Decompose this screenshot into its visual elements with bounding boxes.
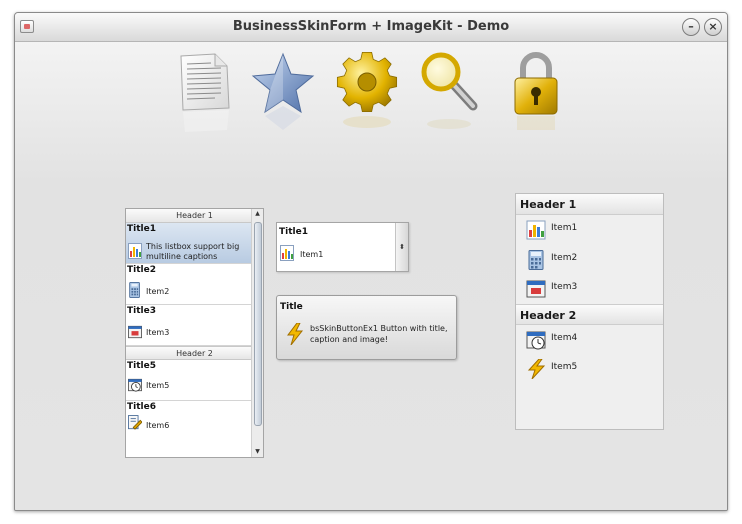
chart-icon [128, 243, 142, 259]
list-item-title: Title2 [127, 265, 156, 275]
button-caption: bsSkinButtonEx1 Button with title, capti… [310, 324, 448, 344]
combobox[interactable]: Title1 Item1 ⬍ [276, 222, 409, 272]
button-title: Title [280, 302, 303, 312]
scroll-up-arrow[interactable]: ▲ [252, 209, 263, 219]
list-item-title2[interactable]: Title2 Item2 [126, 264, 263, 305]
star-icon[interactable] [251, 50, 315, 150]
list-item-title3[interactable]: Title3 Item3 [126, 305, 263, 346]
client-area: Header 1 Title1 This listbox support big… [15, 42, 727, 510]
scroll-down-arrow[interactable]: ▼ [252, 447, 263, 457]
window-title: BusinessSkinForm + ImageKit - Demo [232, 19, 510, 34]
panel-header-2: Header 2 [516, 303, 663, 325]
panel-item-label: Item2 [551, 252, 578, 263]
list-item-title: Title6 [127, 402, 156, 412]
listbox-scrollbar[interactable]: ▲ ▼ [251, 209, 263, 457]
minimize-button[interactable]: – [682, 18, 700, 36]
panel-item-label: Item5 [551, 362, 578, 372]
lightning-icon [287, 323, 304, 345]
panel-item-label: Item3 [551, 282, 578, 292]
list-item-title: Title5 [127, 361, 156, 371]
list-item-caption: Item5 [146, 381, 170, 390]
lightning-icon [527, 359, 546, 379]
list-item-title1[interactable]: Title1 This listbox support big multilin… [126, 223, 263, 264]
skin-button-ex[interactable]: Title bsSkinButtonEx1 Button with title,… [276, 295, 457, 360]
calculator-icon [129, 282, 140, 298]
chart-icon [280, 245, 294, 261]
list-item-title6[interactable]: Title6 Item6 [126, 401, 263, 442]
window-icon [526, 280, 546, 298]
list-item-title: Title1 [127, 224, 156, 234]
list-item-title: Title3 [127, 306, 156, 316]
listbox[interactable]: Header 1 Title1 This listbox support big… [125, 208, 264, 458]
document-icon[interactable] [175, 50, 239, 150]
combobox-caption: Item1 [300, 250, 324, 259]
list-item-title5[interactable]: Title5 Item5 [126, 360, 263, 401]
list-item-caption: Item2 [146, 287, 170, 296]
magnifier-icon[interactable] [419, 50, 483, 150]
scrollbar-thumb[interactable] [254, 222, 262, 426]
calculator-icon [528, 249, 544, 270]
listbox-header-1: Header 1 [126, 209, 263, 223]
padlock-icon[interactable] [511, 50, 575, 150]
edit-icon [128, 415, 142, 430]
panel-item-label: Item1 [551, 223, 578, 233]
panel-item-5[interactable]: Item5 [516, 354, 663, 384]
panel-header-1: Header 1 [516, 194, 663, 215]
gear-icon[interactable] [335, 50, 399, 150]
chart-icon [526, 220, 546, 240]
title-bar[interactable]: BusinessSkinForm + ImageKit - Demo – × [15, 13, 727, 42]
category-panel: Header 1 Item1 Item2 Item3 Header 2 Item… [515, 193, 664, 430]
clock-icon [128, 378, 142, 392]
combobox-title: Title1 [279, 227, 308, 237]
panel-item-4[interactable]: Item4 [516, 325, 663, 355]
clock-icon [526, 331, 546, 349]
panel-item-label: Item4 [551, 332, 578, 343]
list-item-caption: Item3 [146, 328, 170, 337]
listbox-header-2: Header 2 [126, 346, 263, 360]
close-button[interactable]: × [704, 18, 722, 36]
panel-item-3[interactable]: Item3 [516, 274, 663, 304]
panel-item-2[interactable]: Item2 [516, 245, 663, 275]
list-item-caption: This listbox support big [146, 242, 240, 251]
list-item-caption: Item6 [146, 421, 170, 430]
main-window: BusinessSkinForm + ImageKit - Demo – × H… [14, 12, 728, 511]
panel-item-1[interactable]: Item1 [516, 215, 663, 245]
window-icon [128, 325, 142, 339]
list-item-caption-line2: multiline captions [146, 252, 218, 261]
combobox-dropdown-button[interactable]: ⬍ [395, 223, 408, 271]
